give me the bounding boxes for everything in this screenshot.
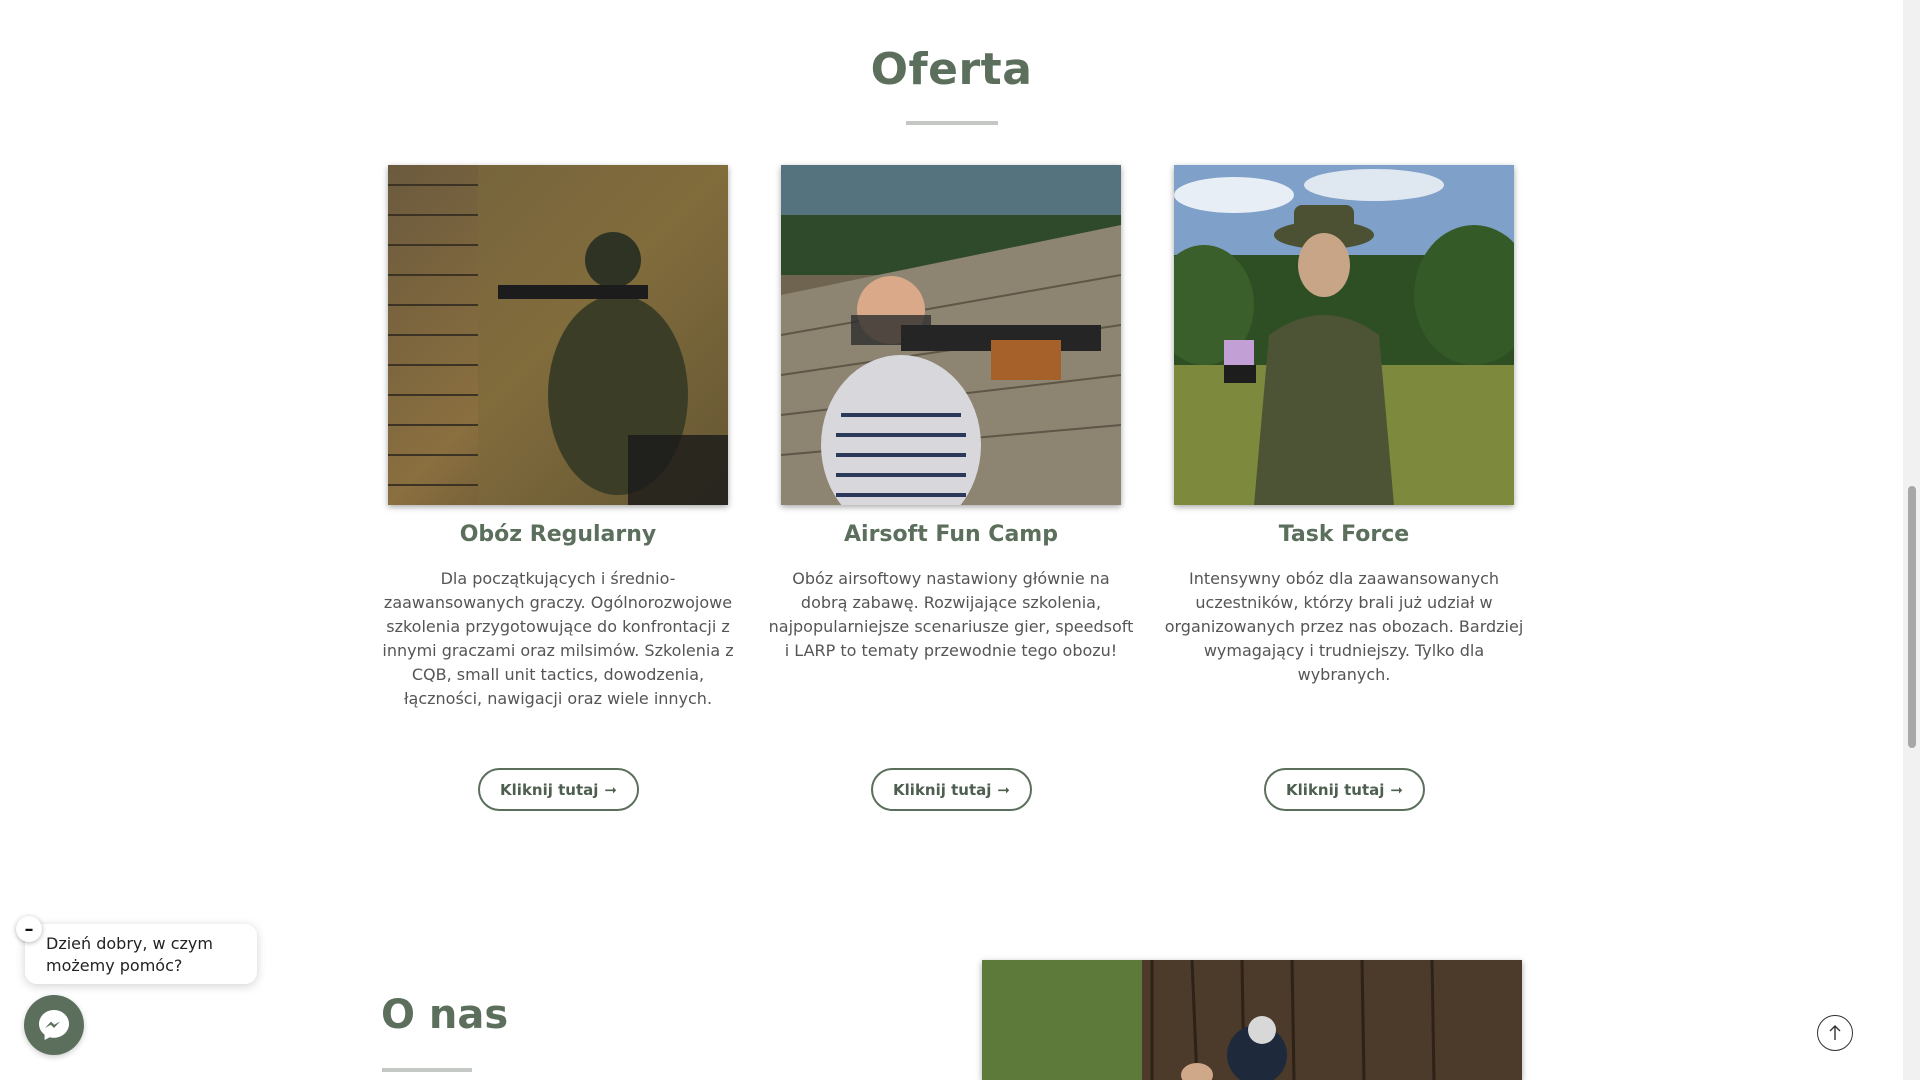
offer-regular-button[interactable]: Kliknij tutaj ➞ <box>478 768 639 811</box>
offer-photo-task-force <box>1174 165 1514 505</box>
back-to-top-button[interactable] <box>1817 1015 1853 1051</box>
offer-card-regular: Obóz Regularny Dla początkujących i śred… <box>368 165 748 815</box>
offer-card-title: Task Force <box>1278 522 1410 547</box>
about-title: O nas <box>381 992 509 1038</box>
messenger-button[interactable] <box>24 995 84 1055</box>
about-photo <box>982 960 1522 1080</box>
page-scrollbar[interactable] <box>1903 0 1920 1080</box>
offer-card-title: Obóz Regularny <box>459 522 657 547</box>
chat-close-button[interactable]: – <box>16 916 42 942</box>
offer-title-divider <box>906 121 998 125</box>
button-label: Kliknij tutaj <box>1286 780 1385 799</box>
minus-icon: – <box>24 918 34 940</box>
offer-card-description: Obóz airsoftowy nastawiony głównie na do… <box>768 569 1134 660</box>
messenger-icon <box>39 1010 69 1040</box>
offer-card-fun-camp: Airsoft Fun Camp Obóz airsoftowy nastawi… <box>761 165 1141 815</box>
arrow-right-icon: ➞ <box>997 780 1010 799</box>
page: Oferta Obóz Regularny Dla początkujących… <box>0 0 1903 1080</box>
offer-card-title: Airsoft Fun Camp <box>844 522 1058 547</box>
offer-photo-regular <box>388 165 728 505</box>
arrow-right-icon: ➞ <box>1390 780 1403 799</box>
offer-task-force-button[interactable]: Kliknij tutaj ➞ <box>1264 768 1425 811</box>
chat-greeting-bubble[interactable]: Dzień dobry, w czym możemy pomóc? <box>25 924 257 984</box>
offer-photo-fun-camp <box>781 165 1121 505</box>
button-label: Kliknij tutaj <box>500 780 599 799</box>
about-title-divider <box>382 1068 472 1072</box>
offer-card-description: Dla początkujących i średnio-zaawansowan… <box>382 569 734 708</box>
button-label: Kliknij tutaj <box>893 780 992 799</box>
chat-greeting-text: Dzień dobry, w czym możemy pomóc? <box>46 934 213 975</box>
offer-fun-camp-button[interactable]: Kliknij tutaj ➞ <box>871 768 1032 811</box>
scrollbar-thumb[interactable] <box>1908 486 1916 748</box>
arrow-up-icon <box>1829 1025 1841 1040</box>
arrow-right-icon: ➞ <box>604 780 617 799</box>
offer-title: Oferta <box>870 44 1033 95</box>
offer-card-task-force: Task Force Intensywny obóz dla zaawansow… <box>1154 165 1534 815</box>
offer-card-description: Intensywny obóz dla zaawansowanych uczes… <box>1164 569 1524 684</box>
